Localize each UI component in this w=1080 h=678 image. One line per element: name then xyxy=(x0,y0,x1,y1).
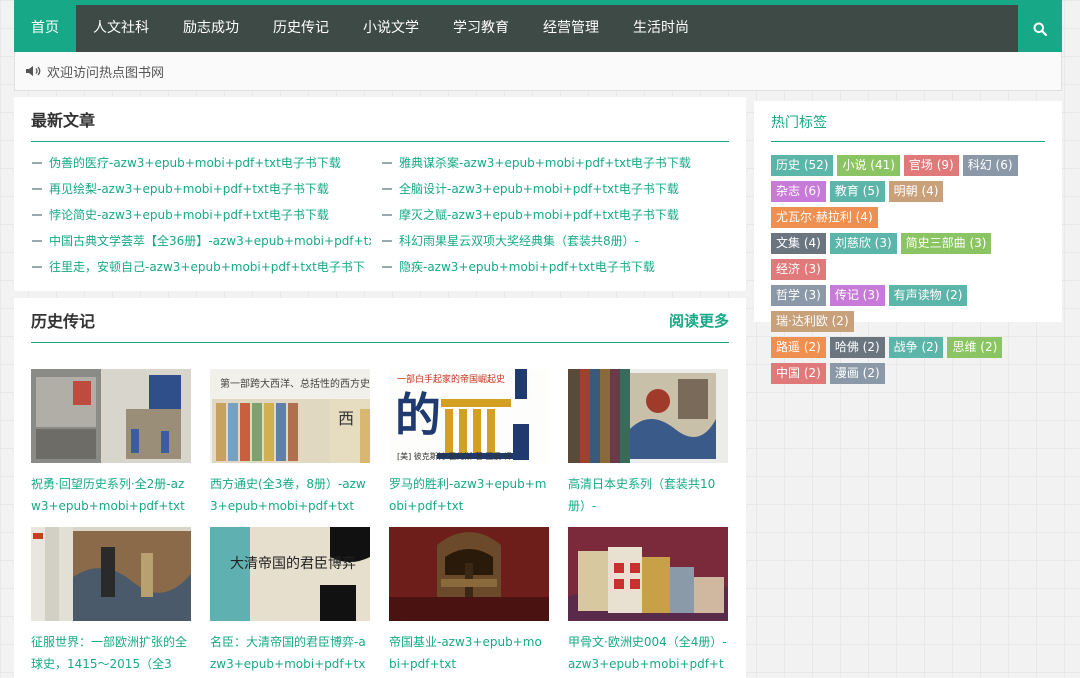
tag-link[interactable]: 哲学 (3) xyxy=(771,285,826,306)
book-title[interactable]: 甲骨文·欧洲史004（全4册）-azw3+epub+mobi+pdf+txt xyxy=(568,631,728,675)
book-cover xyxy=(389,527,549,621)
tag-row: 中国 (2) 漫画 (2) xyxy=(771,363,1045,389)
tag-link[interactable]: 战争 (2) xyxy=(888,337,944,358)
nav-item-humanities[interactable]: 人文社科 xyxy=(76,5,166,52)
history-header: 历史传记 阅读更多 xyxy=(31,298,729,343)
tag-row: 杂志 (6) 教育 (5) 明朝 (4) 尤瓦尔·赫拉利 (4) xyxy=(771,181,1045,233)
article-link[interactable]: 摩灭之赋-azw3+epub+mobi+pdf+txt电子书下载 xyxy=(381,202,731,228)
book-card[interactable]: 高清日本史系列（套装共10册）- xyxy=(568,369,728,517)
book-title[interactable]: 名臣：大清帝国的君臣博弈-azw3+epub+mobi+pdf+txt xyxy=(210,631,370,675)
tag-row: 哲学 (3) 传记 (3) 有声读物 (2) 瑞·达利欧 (2) xyxy=(771,285,1045,337)
notice-text: 欢迎访问热点图书网 xyxy=(47,65,165,81)
nav-item-education[interactable]: 学习教育 xyxy=(436,5,526,52)
latest-title: 最新文章 xyxy=(31,97,729,142)
tag-row: 历史 (52) 小说 (41) 官场 (9) 科幻 (6) xyxy=(771,155,1045,181)
tag-link[interactable]: 有声读物 (2) xyxy=(888,285,968,306)
book-title[interactable]: 罗马的胜利-azw3+epub+mobi+pdf+txt xyxy=(389,473,549,517)
article-link[interactable]: 再见绘梨-azw3+epub+mobi+pdf+txt电子书下载 xyxy=(31,176,371,202)
nav-item-home[interactable]: 首页 xyxy=(14,5,76,52)
tag-link[interactable]: 简史三部曲 (3) xyxy=(900,233,992,254)
notice-bar: 欢迎访问热点图书网 xyxy=(14,52,1062,91)
search-button[interactable] xyxy=(1018,5,1062,52)
article-link[interactable]: 全脑设计-azw3+epub+mobi+pdf+txt电子书下载 xyxy=(381,176,731,202)
tag-link[interactable]: 刘慈欣 (3) xyxy=(829,233,897,254)
book-cover: 第一部跨大西洋、总括性的西方史 西 xyxy=(210,369,370,463)
nav-item-fiction[interactable]: 小说文学 xyxy=(346,5,436,52)
tag-link[interactable]: 杂志 (6) xyxy=(771,181,826,202)
tag-link[interactable]: 科幻 (6) xyxy=(962,155,1018,176)
book-cover xyxy=(568,527,728,621)
tag-link[interactable]: 文集 (4) xyxy=(771,233,826,254)
book-card[interactable]: 甲骨文·欧洲史004（全4册）-azw3+epub+mobi+pdf+txt xyxy=(568,527,728,675)
tag-link[interactable]: 教育 (5) xyxy=(829,181,885,202)
book-card[interactable]: 第一部跨大西洋、总括性的西方史 西 西方通史(全3卷，8册）-azw3+epub… xyxy=(210,369,370,517)
book-card[interactable]: 大清帝国的君臣博弈 名臣：大清帝国的君臣博弈-azw3+epub+mobi+pd… xyxy=(210,527,370,675)
tag-row: 路遥 (2) 哈佛 (2) 战争 (2) 思维 (2) xyxy=(771,337,1045,363)
cover-text: 的 xyxy=(395,388,441,442)
book-title[interactable]: 征服世界：一部欧洲扩张的全球史，1415～2015（全3 xyxy=(31,631,191,675)
article-link[interactable]: 隐疾-azw3+epub+mobi+pdf+txt电子书下载 xyxy=(381,254,731,280)
tag-link[interactable]: 思维 (2) xyxy=(947,337,1003,358)
tag-link[interactable]: 传记 (3) xyxy=(829,285,885,306)
history-title: 历史传记 xyxy=(31,312,96,331)
tag-link[interactable]: 历史 (52) xyxy=(771,155,834,176)
book-title[interactable]: 西方通史(全3卷，8册）-azw3+epub+mobi+pdf+txt xyxy=(210,473,370,517)
book-cover: 大清帝国的君臣博弈 xyxy=(210,527,370,621)
book-title[interactable]: 高清日本史系列（套装共10册）- xyxy=(568,473,728,517)
tag-link[interactable]: 哈佛 (2) xyxy=(829,337,885,358)
tag-link[interactable]: 明朝 (4) xyxy=(888,181,944,202)
article-link[interactable]: 科幻雨果星云双项大奖经典集（套装共8册）- xyxy=(381,228,731,254)
cover-text: 西 xyxy=(338,409,355,428)
article-link[interactable]: 雅典谋杀案-azw3+epub+mobi+pdf+txt电子书下载 xyxy=(381,150,731,176)
book-cover xyxy=(31,527,191,621)
article-link[interactable]: 中国古典文学荟萃【全36册】-azw3+epub+mobi+pdf+txt xyxy=(31,228,371,254)
book-cover xyxy=(568,369,728,463)
cover-text: 第一部跨大西洋、总括性的西方史 xyxy=(220,379,370,390)
book-title[interactable]: 祝勇·回望历史系列·全2册-azw3+epub+mobi+pdf+txt xyxy=(31,473,191,517)
tag-link[interactable]: 小说 (41) xyxy=(837,155,900,176)
tag-link[interactable]: 漫画 (2) xyxy=(829,363,885,384)
book-card[interactable]: 祝勇·回望历史系列·全2册-azw3+epub+mobi+pdf+txt xyxy=(31,369,191,517)
tag-link[interactable]: 中国 (2) xyxy=(771,363,826,384)
tag-row: 文集 (4) 刘慈欣 (3) 简史三部曲 (3) 经济 (3) xyxy=(771,233,1045,285)
latest-articles-panel: 最新文章 伪善的医疗-azw3+epub+mobi+pdf+txt电子书下载 雅… xyxy=(14,97,746,291)
book-card[interactable]: 一部白手起家的帝国崛起史 的 [美] 彼克斯特·霍约斯 著 王晨 译 罗马的胜利… xyxy=(389,369,549,517)
book-card[interactable]: 帝国基业-azw3+epub+mobi+pdf+txt xyxy=(389,527,549,675)
article-link[interactable]: 悖论简史-azw3+epub+mobi+pdf+txt电子书下载 xyxy=(31,202,371,228)
top-nav: 首页 人文社科 励志成功 历史传记 小说文学 学习教育 经营管理 生活时尚 xyxy=(14,0,1062,52)
tag-link[interactable]: 尤瓦尔·赫拉利 (4) xyxy=(771,207,878,228)
nav-item-management[interactable]: 经营管理 xyxy=(526,5,616,52)
hot-tags-title: 热门标签 xyxy=(771,101,1045,142)
book-title[interactable]: 帝国基业-azw3+epub+mobi+pdf+txt xyxy=(389,631,549,675)
article-link[interactable]: 伪善的医疗-azw3+epub+mobi+pdf+txt电子书下载 xyxy=(31,150,371,176)
search-icon xyxy=(1033,22,1047,36)
tag-cloud: 历史 (52) 小说 (41) 官场 (9) 科幻 (6) 杂志 (6) 教育 (5) 明朝… xyxy=(771,155,1045,389)
nav-item-inspiration[interactable]: 励志成功 xyxy=(166,5,256,52)
book-card[interactable]: 征服世界：一部欧洲扩张的全球史，1415～2015（全3 xyxy=(31,527,191,675)
tag-link[interactable]: 经济 (3) xyxy=(771,259,826,280)
article-link[interactable]: 往里走，安顿自己-azw3+epub+mobi+pdf+txt电子书下 xyxy=(31,254,371,280)
nav-item-lifestyle[interactable]: 生活时尚 xyxy=(616,5,706,52)
nav-item-history[interactable]: 历史传记 xyxy=(256,5,346,52)
cover-text: [美] 彼克斯特·霍约斯 著 王晨 译 xyxy=(397,452,512,461)
tag-link[interactable]: 路遥 (2) xyxy=(771,337,826,358)
tag-link[interactable]: 官场 (9) xyxy=(903,155,959,176)
book-cover xyxy=(31,369,191,463)
book-cover: 一部白手起家的帝国崛起史 的 [美] 彼克斯特·霍约斯 著 王晨 译 xyxy=(389,369,549,463)
speaker-icon xyxy=(26,66,41,76)
read-more-link[interactable]: 阅读更多 xyxy=(669,310,729,331)
tag-link[interactable]: 瑞·达利欧 (2) xyxy=(771,311,854,332)
history-panel: 历史传记 阅读更多 祝勇·回望历史系列·全2册-azw3+epub+mobi+p… xyxy=(14,298,746,678)
cover-text: 大清帝国的君臣博弈 xyxy=(230,556,356,572)
cover-text: 一部白手起家的帝国崛起史 xyxy=(397,375,506,385)
hot-tags-panel: 热门标签 历史 (52) 小说 (41) 官场 (9) 科幻 (6) 杂志 (6) 教育 … xyxy=(754,101,1062,384)
